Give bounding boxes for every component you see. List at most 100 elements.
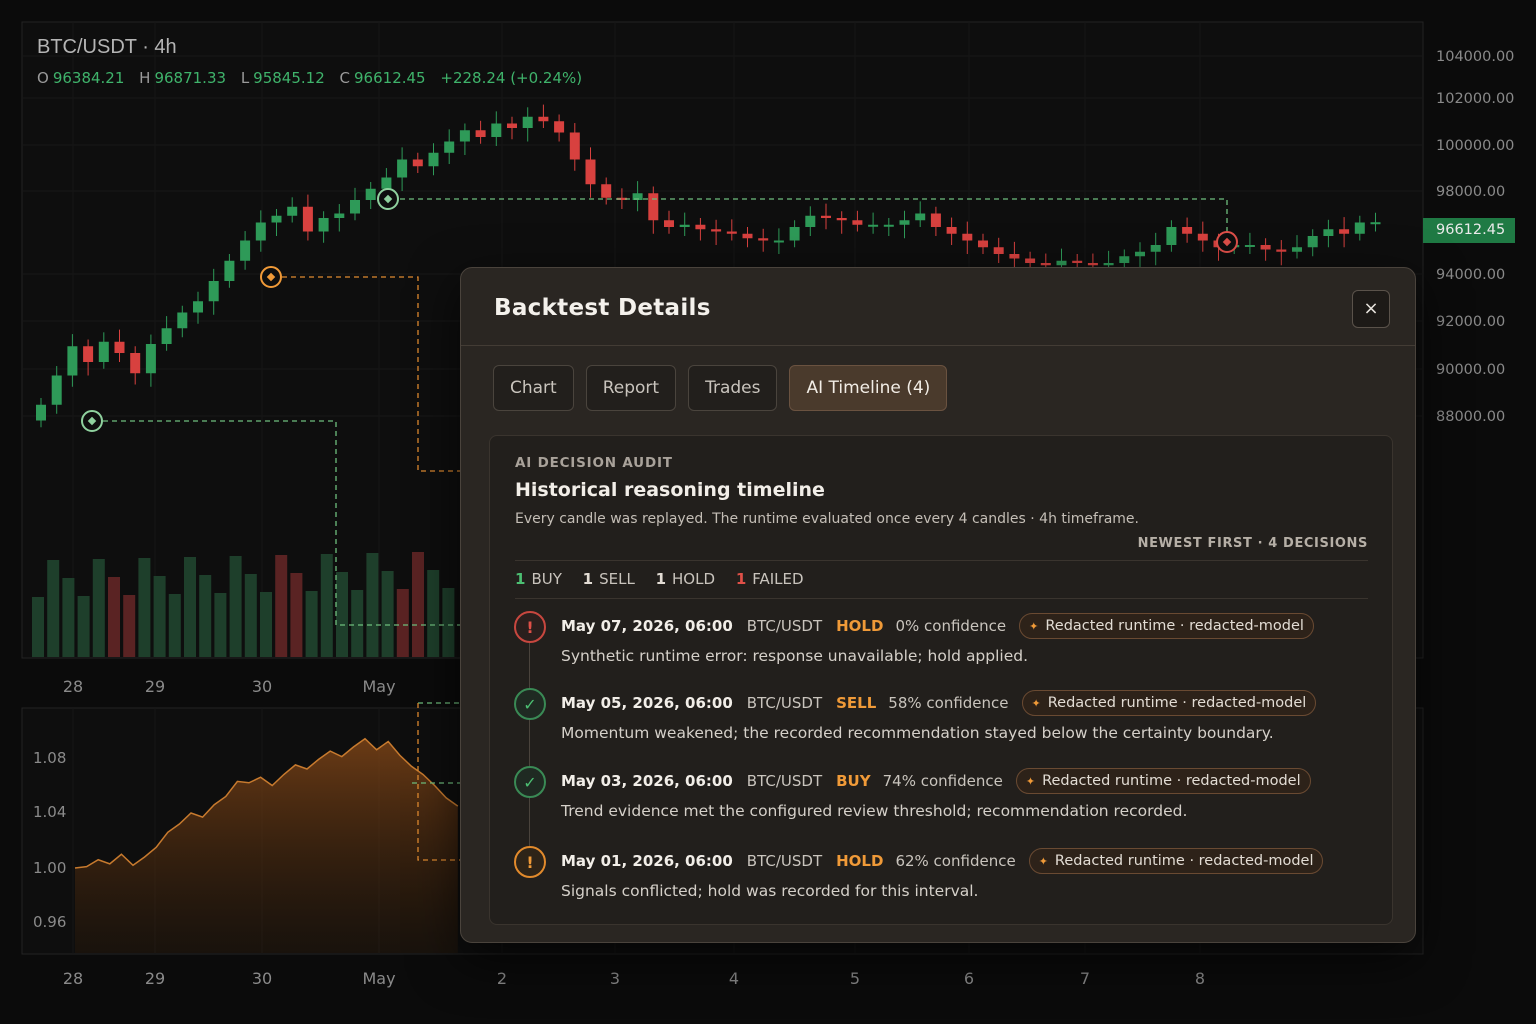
entry-message: Signals conflicted; hold was recorded fo… [561, 882, 979, 900]
volume-bar [427, 570, 440, 657]
time-axis-label: 7 [1080, 969, 1090, 988]
volume-bar [214, 593, 227, 657]
entry-confidence: 58% confidence [888, 694, 1009, 712]
time-axis-label: 3 [610, 969, 620, 988]
candle-body [255, 222, 266, 241]
candle-body [1323, 229, 1334, 236]
tab-bar: Chart Report Trades AI Timeline (4) [493, 365, 948, 411]
candle-body [1025, 258, 1036, 263]
last-price-tag: 96612.45 [1423, 218, 1515, 243]
candle-body [868, 224, 879, 227]
candle-body [1150, 245, 1161, 252]
price-axis-label: 100000.00 [1436, 138, 1514, 154]
timeline-entry[interactable]: May 07, 2026, 06:00 BTC/USDT HOLD 0% con… [561, 613, 1314, 665]
entry-pair: BTC/USDT [746, 694, 823, 712]
volume-bar [442, 588, 455, 657]
candle-body [836, 218, 847, 221]
count-buy: 1 BUY [515, 570, 562, 588]
price-axis-label: 102000.00 [1436, 91, 1514, 107]
divider [515, 598, 1368, 599]
timeline-line [529, 642, 530, 862]
price-axis-label: 90000.00 [1436, 362, 1505, 378]
time-axis-label: May [362, 969, 395, 988]
candle-body [287, 206, 298, 216]
timeline-entry[interactable]: May 01, 2026, 06:00 BTC/USDT HOLD 62% co… [561, 848, 1324, 900]
candle-body [365, 188, 376, 200]
entry-message: Momentum weakened; the recorded recommen… [561, 724, 1274, 742]
timeline-entry[interactable]: May 03, 2026, 06:00 BTC/USDT BUY 74% con… [561, 768, 1311, 820]
candle-body [444, 141, 455, 153]
tab-report[interactable]: Report [585, 365, 677, 411]
volume-bar [32, 597, 44, 657]
open-label: O [37, 69, 49, 87]
candle-body [1197, 233, 1208, 241]
entry-confidence: 74% confidence [882, 772, 1003, 790]
candle-body [334, 213, 345, 218]
low-value: 95845.12 [253, 69, 325, 87]
candle-body [538, 116, 549, 122]
tab-trades[interactable]: Trades [688, 365, 778, 411]
decision-counts: 1 BUY 1 SELL 1 HOLD 1 FAILED [515, 570, 820, 588]
volume-bar [412, 552, 424, 657]
candle-body [240, 240, 251, 261]
entry-date: May 05, 2026, 06:00 [561, 694, 733, 712]
candle-body [83, 346, 94, 362]
candle-body [1276, 249, 1287, 252]
candle-body [930, 213, 941, 227]
entry-pair: BTC/USDT [746, 617, 823, 635]
candle-body [302, 206, 313, 232]
modal-title: Backtest Details [494, 295, 711, 321]
volume-bar [108, 577, 120, 657]
entry-action: HOLD [836, 617, 884, 635]
ai-audit-panel: AI DECISION AUDIT Historical reasoning t… [489, 435, 1393, 925]
candle-body [1040, 263, 1051, 266]
candle-body [1292, 247, 1302, 252]
time-axis-label: 5 [850, 969, 860, 988]
candle-body [1354, 222, 1365, 234]
candle-body [664, 220, 674, 227]
volume-bar [320, 554, 333, 657]
candle-body [711, 229, 722, 232]
candle-body [67, 346, 78, 376]
candle-body [271, 215, 282, 223]
tab-ai-timeline[interactable]: AI Timeline (4) [789, 365, 948, 411]
candle-body [224, 260, 235, 281]
check-icon: ✓ [514, 688, 546, 720]
volume-bar [396, 589, 409, 657]
price-axis-label: 104000.00 [1436, 49, 1514, 65]
candle-body [507, 123, 517, 128]
candle-body [758, 238, 769, 241]
candle-body [397, 159, 408, 178]
timeline-entry[interactable]: May 05, 2026, 06:00 BTC/USDT SELL 58% co… [561, 690, 1317, 742]
candle-body [946, 227, 957, 234]
order-note: NEWEST FIRST · 4 DECISIONS [1137, 536, 1368, 551]
runtime-chip: ✦ Redacted runtime · redacted-model [1021, 690, 1317, 716]
sparkle-icon: ✦ [1038, 855, 1048, 868]
volume-bar [244, 574, 257, 657]
candle-body [1072, 260, 1083, 263]
volume-bar [260, 592, 272, 657]
candle-body [208, 281, 219, 302]
candle-body [177, 312, 188, 329]
runtime-chip: ✦ Redacted runtime · redacted-model [1019, 613, 1314, 639]
volume-bar [92, 559, 105, 657]
candle-body [193, 301, 203, 313]
close-label: C [339, 69, 351, 87]
high-value: 96871.33 [154, 69, 227, 87]
entry-action: HOLD [836, 852, 884, 870]
tab-chart[interactable]: Chart [493, 365, 574, 411]
candle-body [522, 116, 533, 128]
candle-body [1135, 251, 1145, 257]
entry-confidence: 62% confidence [895, 852, 1016, 870]
entry-pair: BTC/USDT [746, 852, 823, 870]
volume-bar [199, 575, 212, 657]
sparkle-icon: ✦ [1025, 775, 1036, 788]
volume-bar [366, 553, 379, 657]
candle-body [130, 353, 141, 374]
sparkle-icon: ✦ [1031, 697, 1041, 710]
entry-action: SELL [836, 694, 877, 712]
candle-body [350, 200, 360, 214]
candle-body [978, 240, 988, 248]
close-button[interactable]: × [1352, 290, 1390, 328]
candle-body [962, 233, 973, 241]
